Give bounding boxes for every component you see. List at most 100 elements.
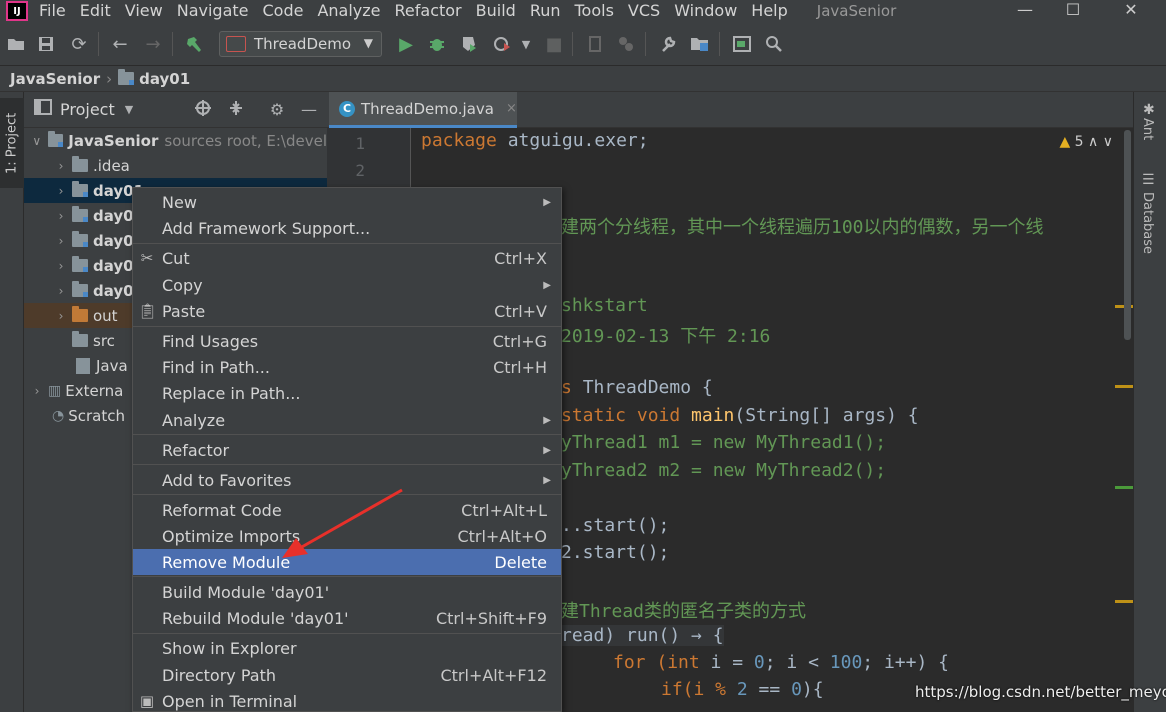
tab-threaddemo-java[interactable]: C ThreadDemo.java ×	[329, 92, 517, 128]
warning-stripe-mark[interactable]	[1115, 600, 1133, 603]
menu-build[interactable]: Build	[469, 0, 523, 22]
stop-icon[interactable]: ■	[542, 32, 566, 56]
menu-item-remove-module[interactable]: Remove Module Delete	[133, 549, 561, 575]
chevron-down-icon[interactable]: ▼	[118, 99, 140, 121]
breadcrumb-module[interactable]: day01	[139, 70, 190, 88]
close-window-button[interactable]: ✕	[1108, 0, 1154, 22]
menu-separator	[133, 494, 561, 495]
warning-stripe-mark[interactable]	[1115, 385, 1133, 388]
build-hammer-icon[interactable]	[182, 32, 206, 56]
module-folder-icon	[72, 281, 88, 297]
line-number: 1	[355, 134, 365, 153]
minimize-button[interactable]: —	[1002, 0, 1048, 22]
database-tool-tab[interactable]: Database	[1140, 192, 1155, 254]
profile-icon[interactable]	[492, 32, 516, 56]
services-icon[interactable]	[614, 32, 638, 56]
menu-item-find-in-path[interactable]: Find in Path... Ctrl+H	[133, 354, 561, 380]
debug-icon[interactable]	[425, 32, 449, 56]
chevron-down-icon[interactable]: ▼	[514, 32, 538, 56]
menu-item-label: Cut	[162, 248, 190, 268]
back-arrow-icon[interactable]: ←	[108, 32, 132, 56]
menu-refactor[interactable]: Refactor	[388, 0, 469, 22]
collapse-all-icon[interactable]	[225, 99, 247, 121]
ant-tool-tab[interactable]: Ant	[1140, 118, 1155, 140]
menu-navigate[interactable]: Navigate	[170, 0, 256, 22]
attach-debugger-icon[interactable]	[584, 32, 608, 56]
chevron-up-icon[interactable]: ∧	[1088, 134, 1098, 150]
menu-item-analyze[interactable]: Analyze ▶	[133, 407, 561, 433]
locate-crosshair-icon[interactable]	[192, 99, 214, 121]
terminal-window-icon[interactable]	[730, 32, 754, 56]
chevron-right-icon[interactable]: ›	[54, 309, 68, 323]
menu-item-add-to-favorites[interactable]: Add to Favorites ▶	[133, 467, 561, 493]
coverage-icon[interactable]	[457, 32, 481, 56]
run-icon[interactable]: ▶	[394, 32, 418, 56]
ide-window: { "menubar": { "logo": "IJ", "items": ["…	[0, 0, 1166, 712]
menu-item-refactor[interactable]: Refactor ▶	[133, 437, 561, 463]
menu-edit[interactable]: Edit	[73, 0, 118, 22]
search-icon[interactable]	[762, 32, 786, 56]
menu-item-add-framework-support[interactable]: Add Framework Support...	[133, 215, 561, 241]
menu-run[interactable]: Run	[523, 0, 568, 22]
chevron-down-icon[interactable]: ∨	[1103, 134, 1113, 150]
breadcrumb-project[interactable]: JavaSenior	[10, 70, 100, 88]
chevron-right-icon[interactable]: ›	[54, 184, 68, 198]
tree-item-idea[interactable]: › .idea	[24, 153, 327, 178]
menu-item-directory-path[interactable]: Directory Path Ctrl+Alt+F12	[133, 662, 561, 688]
menu-code[interactable]: Code	[256, 0, 311, 22]
chevron-right-icon[interactable]: ›	[54, 284, 68, 298]
warnings-indicator[interactable]: ▲ 5 ∧ ∨	[1059, 134, 1113, 150]
info-stripe-mark[interactable]	[1115, 486, 1133, 489]
menu-item-show-in-explorer[interactable]: Show in Explorer	[133, 635, 561, 661]
menu-item-copy[interactable]: Copy ▶	[133, 272, 561, 298]
menu-view[interactable]: View	[118, 0, 170, 22]
menu-file[interactable]: File	[32, 0, 73, 22]
menu-item-open-in-terminal[interactable]: ▣ Open in Terminal	[133, 688, 561, 712]
menu-item-find-usages[interactable]: Find Usages Ctrl+G	[133, 328, 561, 354]
menu-item-reformat-code[interactable]: Reformat Code Ctrl+Alt+L	[133, 497, 561, 523]
save-icon[interactable]	[34, 32, 58, 56]
chevron-right-icon[interactable]: ›	[54, 259, 68, 273]
project-panel-title[interactable]: Project	[60, 100, 115, 119]
menu-item-new[interactable]: New ▶	[133, 189, 561, 215]
menu-item-build-module[interactable]: Build Module 'day01'	[133, 579, 561, 605]
tree-item-javasenior[interactable]: ∨ JavaSenior sources root, E:\devel	[24, 128, 327, 153]
menu-item-shortcut: Ctrl+Shift+F9	[435, 608, 547, 628]
project-tool-tab[interactable]: 1: Project	[0, 98, 24, 188]
project-structure-icon[interactable]	[688, 32, 712, 56]
menu-item-paste[interactable]: 📋︎ Paste Ctrl+V	[133, 298, 561, 324]
forward-arrow-icon[interactable]: →	[141, 32, 165, 56]
close-tab-icon[interactable]: ×	[506, 101, 517, 116]
menu-item-rebuild-module[interactable]: Rebuild Module 'day01' Ctrl+Shift+F9	[133, 605, 561, 631]
chevron-right-icon[interactable]: ›	[54, 159, 68, 173]
chevron-right-icon[interactable]: ›	[30, 384, 44, 398]
hide-panel-icon[interactable]: —	[298, 99, 320, 121]
menu-window[interactable]: Window	[667, 0, 744, 22]
chevron-down-icon[interactable]: ∨	[30, 134, 44, 148]
main-toolbar: ⟳ ← → ThreadDemo ▼ ▶ ▼ ■	[0, 22, 1166, 66]
menu-item-replace-in-path[interactable]: Replace in Path...	[133, 380, 561, 406]
context-menu: New ▶ Add Framework Support... ✂ Cut Ctrl+X…	[132, 187, 562, 712]
open-folder-icon[interactable]	[4, 32, 28, 56]
menu-item-optimize-imports[interactable]: Optimize Imports Ctrl+Alt+O	[133, 523, 561, 549]
sync-icon[interactable]: ⟳	[67, 32, 91, 56]
maximize-button[interactable]: ☐	[1050, 0, 1096, 22]
menu-item-label: Find Usages	[162, 331, 259, 351]
code-token: static void	[561, 405, 692, 426]
menu-analyze[interactable]: Analyze	[310, 0, 387, 22]
menu-help[interactable]: Help	[744, 0, 794, 22]
menu-vcs[interactable]: VCS	[621, 0, 667, 22]
chevron-right-icon[interactable]: ›	[54, 209, 68, 223]
run-configuration-select[interactable]: ThreadDemo ▼	[219, 31, 382, 57]
settings-wrench-icon[interactable]	[656, 32, 680, 56]
menu-item-label: Build Module 'day01'	[162, 582, 330, 602]
folder-icon	[72, 331, 88, 347]
code-token: ; i <	[764, 652, 830, 673]
gear-icon[interactable]: ⚙	[266, 99, 288, 121]
menu-tools[interactable]: Tools	[568, 0, 621, 22]
menu-item-cut[interactable]: ✂ Cut Ctrl+X	[133, 245, 561, 271]
editor-scrollbar[interactable]	[1124, 130, 1131, 340]
menu-item-shortcut: Ctrl+Alt+O	[457, 526, 547, 546]
java-class-icon: C	[339, 100, 355, 117]
chevron-right-icon[interactable]: ›	[54, 234, 68, 248]
